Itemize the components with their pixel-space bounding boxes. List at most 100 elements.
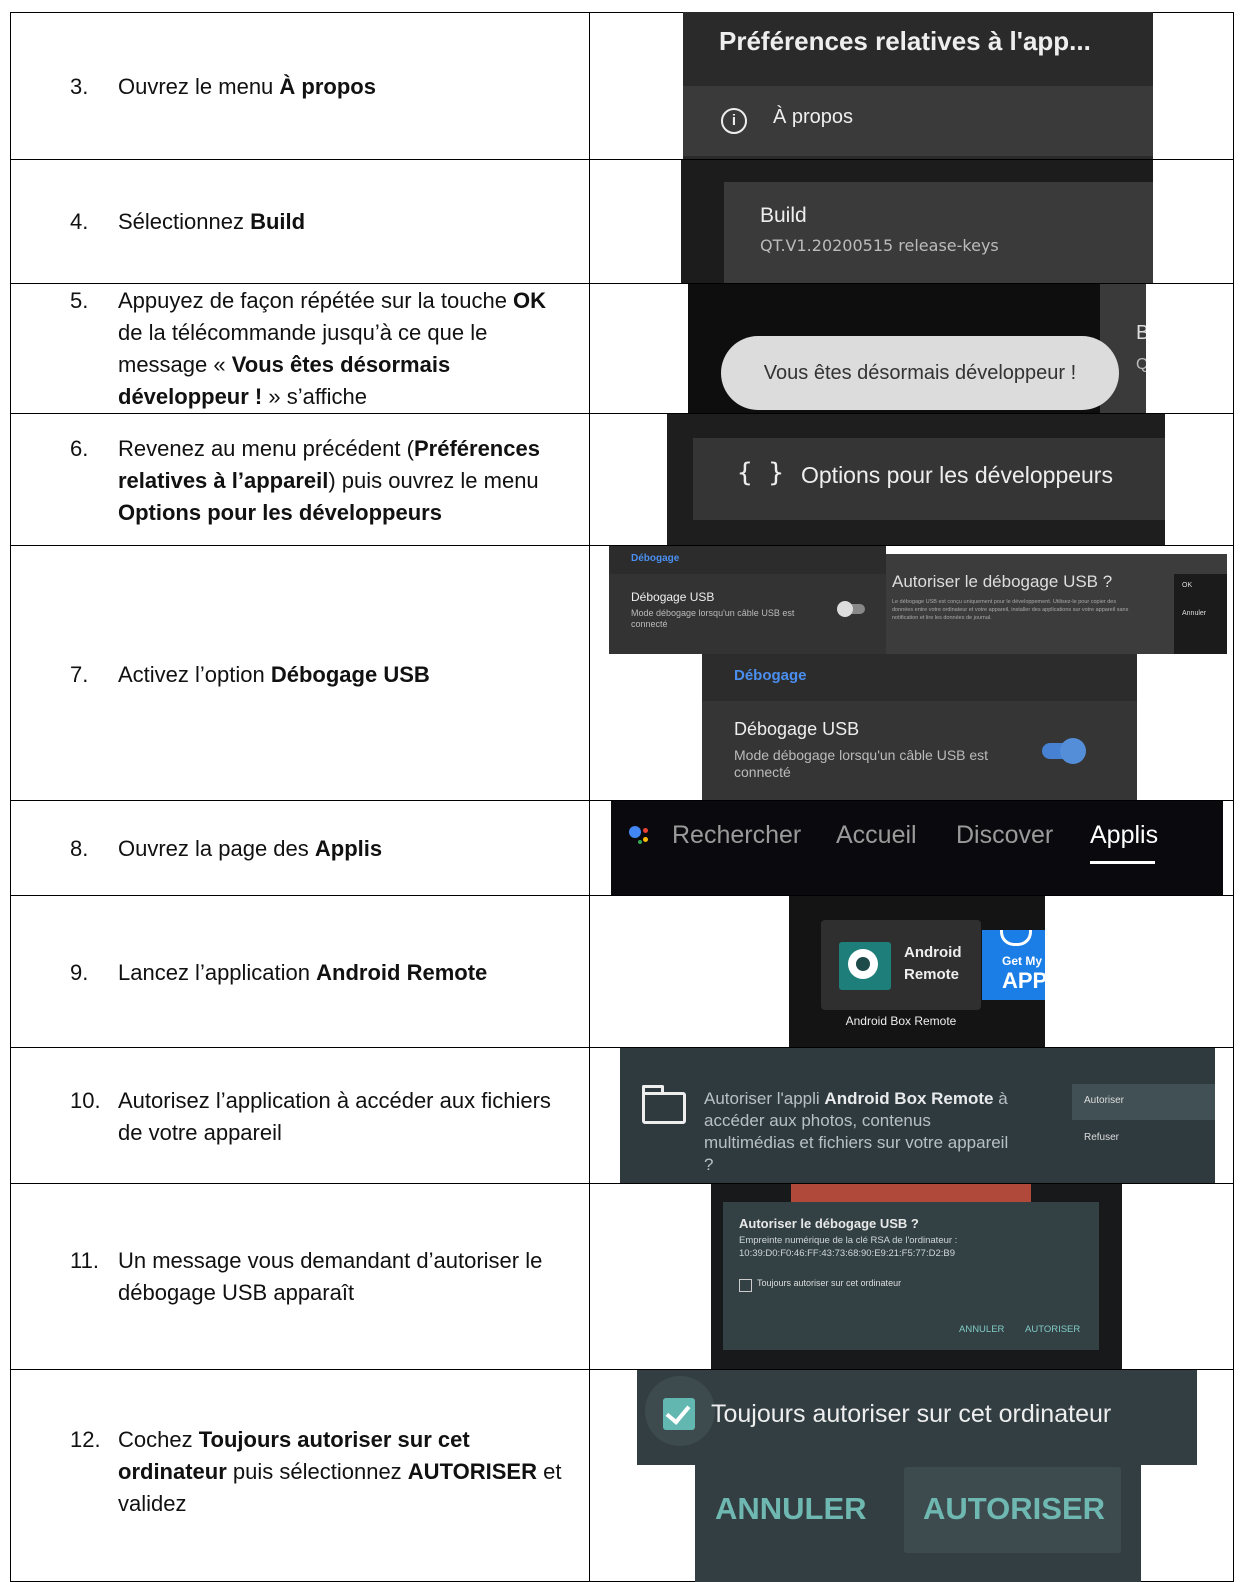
app-name-line: Remote (904, 966, 960, 983)
step-number: 8. (70, 836, 89, 861)
background-image (791, 1184, 1031, 1202)
build-title: Build (760, 204, 807, 227)
tile-text: Get My (1002, 954, 1043, 968)
checkbox-label: Toujours autoriser sur cet ordinateur (757, 1278, 902, 1288)
screenshot-allow-buttons: ANNULER AUTORISER (695, 1465, 1141, 1582)
step-number: 5. (70, 288, 89, 313)
ok-button[interactable]: OK (1182, 582, 1192, 589)
step-text: Autorisez l’application à accéder aux fi… (118, 1088, 551, 1145)
screenshot-top-nav: Rechercher Accueil Discover Applis (611, 801, 1223, 895)
step-text: Ouvrez le menu À propos (118, 74, 376, 99)
deny-button[interactable]: Refuser (1084, 1132, 1119, 1143)
checked-checkbox[interactable] (663, 1398, 695, 1430)
rsa-fingerprint: 10:39:D0:F0:46:FF:43:73:68:90:E9:21:F5:7… (739, 1248, 955, 1259)
edge-letter: B (1136, 322, 1146, 344)
step-4: 4. Sélectionnez Build (70, 206, 575, 238)
step-number: 3. (70, 74, 89, 99)
usb-debug-item[interactable]: Débogage USB Mode débogage lorsqu'un câb… (702, 701, 1137, 800)
android-remote-tile[interactable]: Android Remote (821, 920, 981, 1010)
usb-debug-desc: Mode débogage lorsqu'un câble USB est co… (734, 747, 989, 780)
step-text: Un message vous demandant d’autoriser le… (118, 1248, 543, 1305)
section-header: Débogage (631, 553, 680, 564)
usb-debug-toggle-on[interactable] (1042, 738, 1086, 764)
step-8: 8. Ouvrez la page des Applis (70, 833, 575, 865)
screenshot-developer-options: { } Options pour les développeurs (667, 414, 1165, 545)
usb-debug-dialog-small: Autoriser le débogage USB ? Le débogage … (886, 554, 1227, 654)
step-text: Ouvrez la page des Applis (118, 836, 383, 861)
android-remote-icon (839, 942, 891, 990)
always-allow-checkbox[interactable] (739, 1279, 752, 1292)
step-text: Activez l’option Débogage USB (118, 662, 430, 687)
step-number: 10. (70, 1088, 101, 1113)
folder-icon (642, 1085, 686, 1124)
developer-options-label: Options pour les développeurs (801, 462, 1113, 488)
usb-debug-toggle-off[interactable] (837, 601, 865, 617)
screenshot-app-tile: Android Remote Android Box Remote Get My… (789, 896, 1045, 1047)
dialog-title: Autoriser le débogage USB ? (892, 572, 1113, 591)
usb-debug-title: Débogage USB (631, 590, 715, 604)
step-text: Appuyez de façon répétée sur la touche O… (118, 288, 547, 409)
step-number: 9. (70, 960, 89, 985)
braces-icon: { } (737, 458, 784, 488)
step-7: 7. Activez l’option Débogage USB (70, 659, 575, 691)
step-5: 5. Appuyez de façon répétée sur la touche… (70, 285, 575, 413)
tab-discover[interactable]: Discover (956, 821, 1053, 850)
build-menu-item[interactable]: Build QT.V1.20200515 release-keys (724, 182, 1153, 283)
get-my-app-tile[interactable]: Get My APP (982, 930, 1045, 1000)
step-11: 11. Un message vous demandant d’autoriser… (70, 1245, 575, 1309)
dialog-body: Le débogage USB est conçu uniquement pou… (892, 599, 1129, 621)
allow-button[interactable]: AUTORISER (904, 1467, 1121, 1553)
usb-debug-item-small[interactable]: Débogage USB Mode débogage lorsqu'un câb… (609, 574, 886, 654)
info-icon: i (721, 108, 747, 134)
screenshot-always-allow: Toujours autoriser sur cet ordinateur (637, 1370, 1197, 1465)
row-divider (10, 895, 1234, 896)
step-number: 7. (70, 662, 89, 687)
screenshot-file-permission: Autoriser l'appli Android Box Remote à a… (620, 1048, 1215, 1183)
allow-button[interactable]: AUTORISER (1025, 1324, 1080, 1335)
about-label: À propos (773, 106, 854, 128)
about-menu-item[interactable]: i À propos (683, 86, 1153, 156)
allow-label: Autoriser (1084, 1095, 1125, 1106)
developer-options-item[interactable]: { } Options pour les développeurs (693, 438, 1165, 520)
screenshot-developer-toast: B Q Vous êtes désormais développeur ! (688, 284, 1146, 413)
usb-debug-title: Débogage USB (734, 719, 860, 739)
screenshot-build-item: Build QT.V1.20200515 release-keys (681, 160, 1153, 283)
allow-button[interactable]: Autoriser (1072, 1084, 1215, 1120)
step-number: 4. (70, 209, 89, 234)
edge-letter: Q (1136, 356, 1146, 373)
step-3: 3. Ouvrez le menu À propos (70, 71, 575, 103)
section-header: Débogage (734, 667, 807, 684)
dialog-actions: OK Annuler (1174, 574, 1227, 654)
tab-home[interactable]: Accueil (836, 821, 917, 850)
cancel-button[interactable]: ANNULER (715, 1491, 867, 1527)
cancel-button[interactable]: Annuler (1182, 610, 1206, 617)
step-text: Cochez Toujours autoriser sur cet ordina… (118, 1427, 562, 1516)
tab-apps[interactable]: Applis (1090, 821, 1158, 850)
rsa-dialog: Autoriser le débogage USB ? Empreinte nu… (723, 1202, 1099, 1350)
rsa-label: Empreinte numérique de la clé RSA de l'o… (739, 1235, 958, 1246)
checkbox-label: Toujours autoriser sur cet ordinateur (711, 1400, 1112, 1428)
step-text: Lancez l’application Android Remote (118, 960, 488, 985)
developer-toast: Vous êtes désormais développeur ! (721, 336, 1119, 410)
screenshot-rsa-dialog: Autoriser le débogage USB ? Empreinte nu… (711, 1184, 1122, 1369)
app-caption: Android Box Remote (845, 1014, 957, 1028)
step-number: 12. (70, 1427, 101, 1452)
assistant-icon (629, 826, 648, 844)
build-number: QT.V1.20200515 release-keys (760, 236, 999, 255)
step-number: 6. (70, 436, 89, 461)
screen-title: Préférences relatives à l'app... (719, 26, 1091, 56)
tile-text: APP (1002, 968, 1045, 993)
step-12: 12. Cochez Toujours autoriser sur cet ord… (70, 1424, 575, 1520)
cancel-button[interactable]: ANNULER (959, 1324, 1004, 1335)
step-10: 10. Autorisez l’application à accéder aux… (70, 1085, 575, 1149)
screenshot-usb-debug-small: Débogage Débogage USB Mode débogage lors… (609, 546, 886, 654)
allow-label: AUTORISER (923, 1491, 1106, 1526)
step-6: 6. Revenez au menu précédent (Préférences… (70, 433, 575, 529)
step-text: Revenez au menu précédent (Préférences r… (118, 436, 540, 525)
screenshot-usb-debug-enabled: Débogage Débogage USB Mode débogage lors… (702, 654, 1137, 800)
screenshot-about-menu: Préférences relatives à l'app... i À pro… (683, 12, 1153, 159)
step-text: Sélectionnez Build (118, 209, 306, 234)
column-divider (589, 12, 590, 1582)
tab-search[interactable]: Rechercher (672, 821, 801, 850)
dialog-title: Autoriser le débogage USB ? (739, 1216, 919, 1231)
